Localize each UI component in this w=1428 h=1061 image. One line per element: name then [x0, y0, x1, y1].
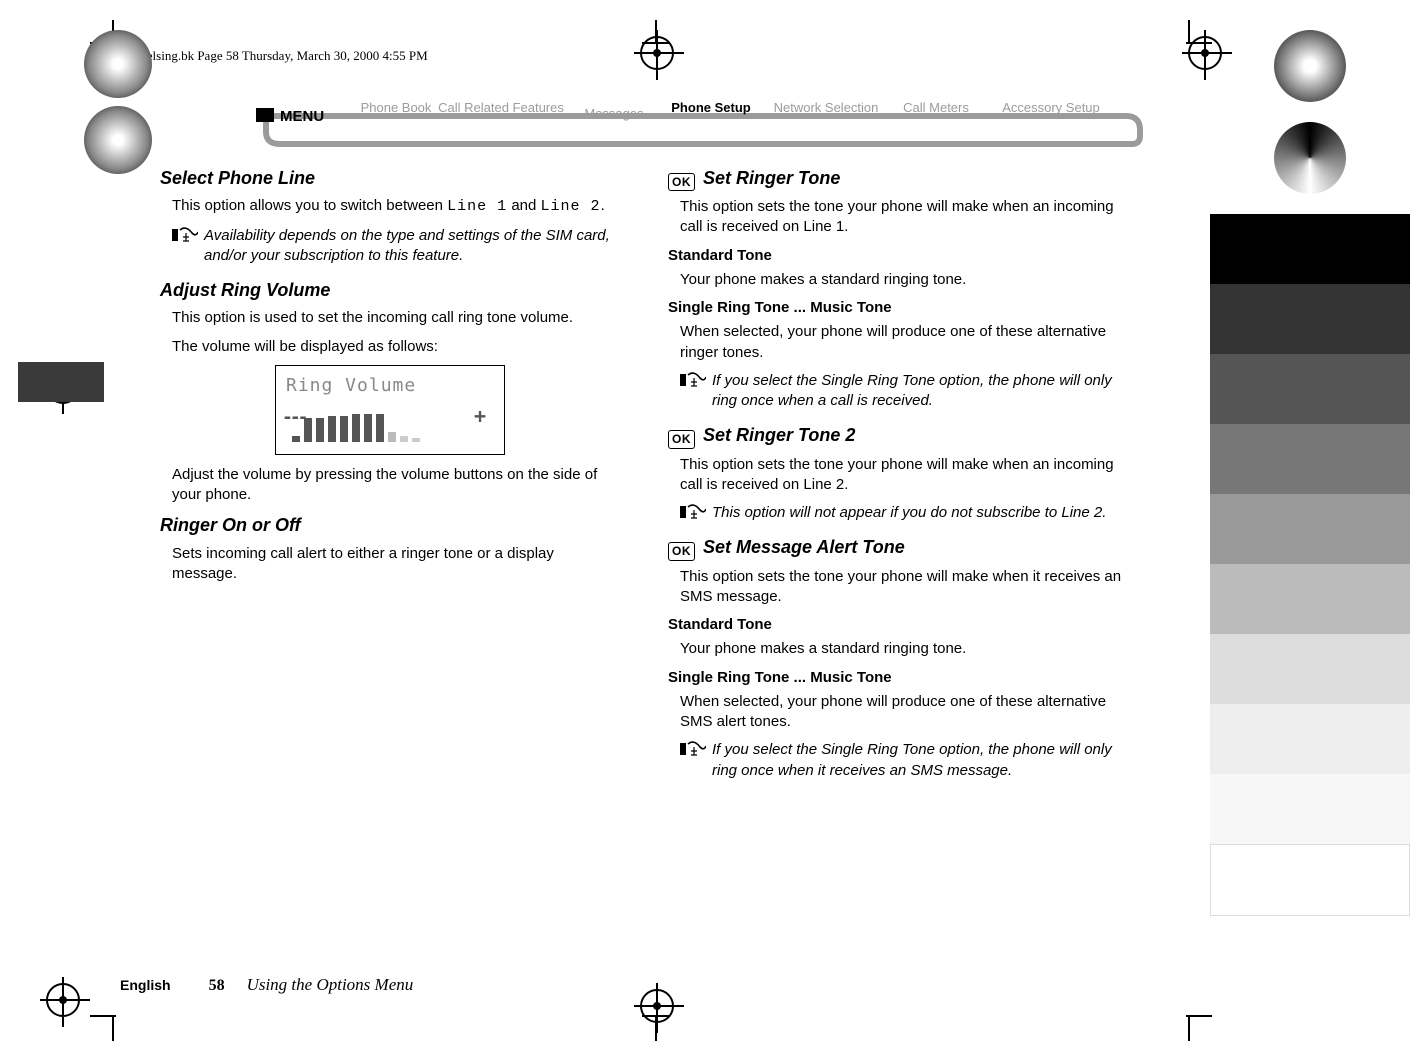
ok-icon: OK	[668, 542, 695, 560]
single-ring-body: When selected, your phone will produce o…	[680, 322, 1128, 363]
menu-label: MENU	[280, 108, 324, 125]
footer-page-number: 58	[209, 977, 225, 995]
ok-icon: OK	[668, 173, 695, 191]
volume-bars-icon	[292, 414, 420, 442]
subhead-standard-tone-2: Standard Tone	[668, 615, 1128, 635]
note-icon	[172, 227, 198, 243]
left-column: Select Phone Line This option allows you…	[160, 160, 620, 951]
msg-body: This option sets the tone your phone wil…	[680, 567, 1128, 608]
subhead-standard-tone: Standard Tone	[668, 246, 1128, 266]
page: angelsing.bk Page 58 Thursday, March 30,…	[0, 0, 1428, 1061]
menu-item: Phone Book	[361, 100, 432, 115]
ok-icon: OK	[668, 430, 695, 448]
adjust-body-1: This option is used to set the incoming …	[172, 308, 620, 328]
printer-colorbar-right	[1210, 30, 1410, 916]
lcd-title: Ring Volume	[286, 374, 494, 398]
menu-item: Network Selection	[774, 100, 879, 115]
select-line-note: Availability depends on the type and set…	[204, 226, 620, 267]
cropmark	[1188, 1017, 1190, 1041]
right-column: OKSet Ringer Tone This option sets the t…	[668, 160, 1128, 951]
cropmark	[112, 1017, 114, 1041]
standard-tone-2-body: Your phone makes a standard ringing tone…	[680, 639, 1128, 659]
cropmark	[1188, 20, 1190, 44]
content-area: Select Phone Line This option allows you…	[160, 160, 1128, 951]
menu-item-active: Phone Setup	[671, 100, 751, 115]
heading-set-ringer-tone-2: OKSet Ringer Tone 2	[668, 423, 1128, 448]
ringer-body: Sets incoming call alert to either a rin…	[172, 544, 620, 585]
menu-item: Call Related Features	[438, 100, 564, 115]
note-icon	[680, 372, 706, 388]
select-line-body: This option allows you to switch between…	[172, 196, 620, 217]
thumb-tab	[18, 362, 104, 402]
menu-item: Messages	[584, 106, 644, 121]
adjust-body-2: The volume will be displayed as follows:	[172, 337, 620, 357]
standard-tone-body: Your phone makes a standard ringing tone…	[680, 270, 1128, 290]
plus-icon: +	[474, 403, 486, 430]
heading-set-message-alert-tone: OKSet Message Alert Tone	[668, 535, 1128, 560]
footer-chapter: Using the Options Menu	[247, 975, 414, 995]
heading-set-ringer-tone: OKSet Ringer Tone	[668, 166, 1128, 191]
footer-language: English	[120, 977, 171, 993]
menu-item: Call Meters	[903, 100, 969, 115]
printer-colorbar-left	[18, 30, 218, 174]
note-icon	[680, 741, 706, 757]
single-ring-2-note: If you select the Single Ring Tone optio…	[712, 740, 1128, 781]
subhead-single-ring: Single Ring Tone ... Music Tone	[668, 298, 1128, 318]
tone1-body: This option sets the tone your phone wil…	[680, 197, 1128, 238]
heading-adjust-ring-volume: Adjust Ring Volume	[160, 278, 620, 302]
heading-select-phone-line: Select Phone Line	[160, 166, 620, 190]
single-ring-note: If you select the Single Ring Tone optio…	[712, 371, 1128, 412]
adjust-body-3: Adjust the volume by pressing the volume…	[172, 465, 620, 506]
tone2-note: This option will not appear if you do no…	[712, 503, 1128, 523]
menu-breadcrumb: MENU Phone Book Call Related Features Me…	[256, 94, 1156, 150]
tone2-body: This option sets the tone your phone wil…	[680, 455, 1128, 496]
page-footer: English 58 Using the Options Menu	[120, 975, 1128, 1001]
heading-ringer-on-off: Ringer On or Off	[160, 513, 620, 537]
note-icon	[680, 504, 706, 520]
single-ring-2-body: When selected, your phone will produce o…	[680, 692, 1128, 733]
registration-mark-icon	[640, 36, 674, 70]
lcd-preview: Ring Volume --- +	[275, 365, 505, 455]
subhead-single-ring-2: Single Ring Tone ... Music Tone	[668, 668, 1128, 688]
registration-mark-icon	[46, 983, 80, 1017]
menu-item: Accessory Setup	[1002, 100, 1100, 115]
